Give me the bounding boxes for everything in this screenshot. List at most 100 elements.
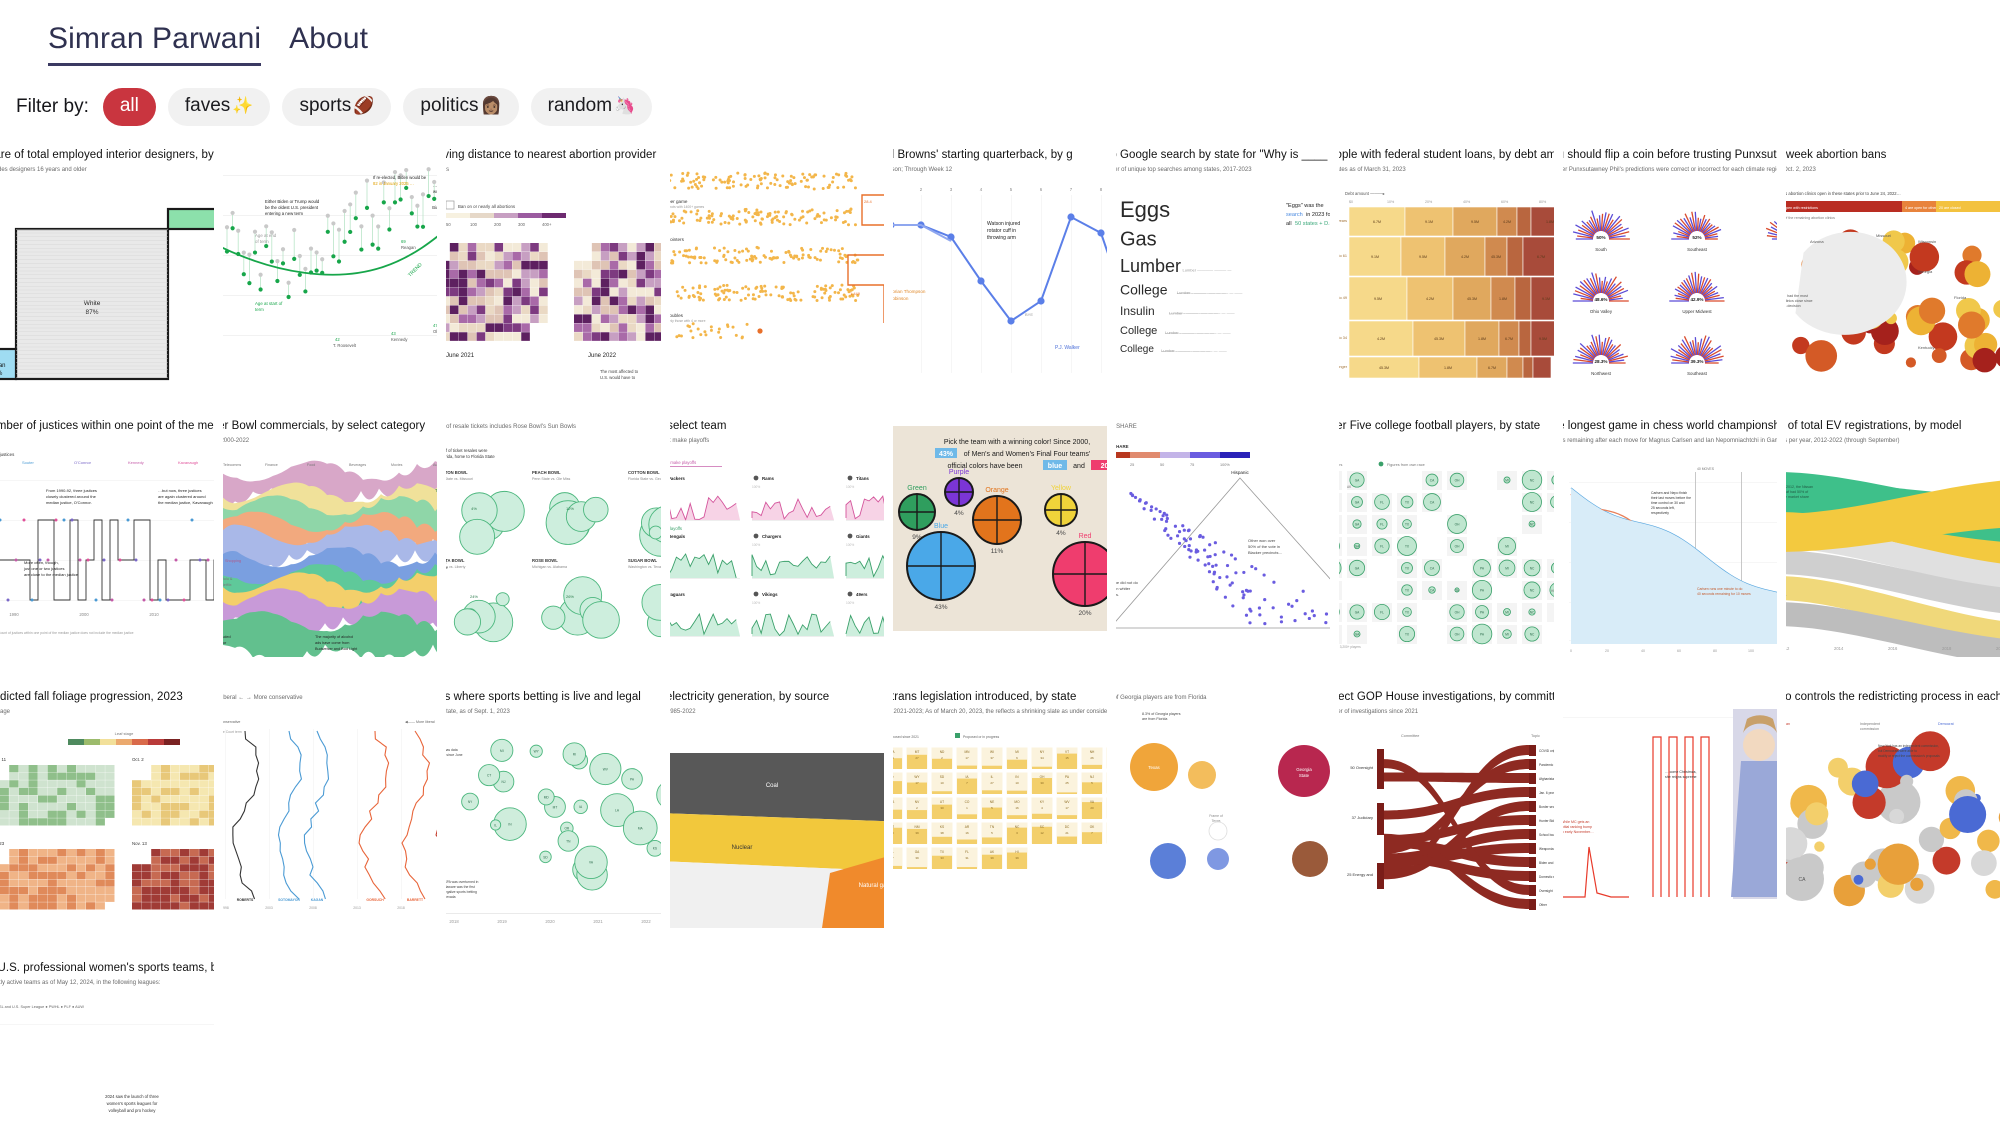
svg-text:Obama: Obama [433,329,437,334]
svg-text:IL: IL [495,823,498,827]
svg-text:Topic: Topic [1531,734,1540,738]
gallery-tile-vote-share-ternary[interactable]: VOTE SHAREVOTE SHARE0255075100%HispanicW… [1116,413,1330,675]
tile-title: Who controls the redistricting process i… [1786,690,2000,704]
filter-pill-all[interactable]: all [103,88,156,126]
gallery-tile-sports-betting-states[interactable]: ates where sports betting is live and le… [446,684,660,946]
gallery-tile-abortion-driving-distance[interactable]: Driving distance to nearest abortion pro… [446,142,660,404]
tile-title: six-week abortion bans [1786,148,2000,162]
filter-pill-politics[interactable]: politics 👩🏽 [403,88,518,126]
gallery-tile-bowl-game-ticket-resales[interactable]: Share of resale tickets includes Rose Bo… [446,413,660,675]
svg-text:CA: CA [1798,877,1806,883]
svg-text:9.1M: 9.1M [1371,255,1379,259]
gallery-tile-justices-martin-quinn[interactable]: Number of justices within one point of t… [0,413,214,675]
filter-pill-emoji: 🦄 [614,96,635,116]
svg-text:39.3%: 39.3% [1690,359,1703,364]
nav-link-home[interactable]: Simran Parwani [48,22,261,66]
svg-text:Oct. 23: Oct. 23 [0,841,5,846]
svg-text:Upper Midwest: Upper Midwest [1682,309,1712,314]
gallery-tile-anti-trans-legislation[interactable]: nti-trans legislation introduced, by sta… [893,684,1107,946]
svg-text:9.1M: 9.1M [1542,297,1550,301]
gallery-tile-us-electricity[interactable]: S. electricity generation, by source uall… [670,684,884,946]
gallery-tile-gop-house-investigations[interactable]: Select GOP House investigations, by comm… [1339,684,1553,946]
svg-text:35 to 49: 35 to 49 [1339,296,1347,300]
svg-text:Penn State vs. Ole Miss: Penn State vs. Ole Miss [532,477,571,481]
svg-text:10: 10 [1015,781,1019,785]
svg-text:of term: of term [255,239,269,244]
tile-subtitle: nually, 2021-2023; As of March 20, 2023,… [893,708,1107,716]
gallery-tile-google-search-expensive[interactable]: Top Google search by state for "Why is _… [1116,142,1330,404]
svg-text:27: 27 [915,756,919,760]
svg-text:Wisconsin: Wisconsin [1918,239,1936,244]
svg-text:4.2M: 4.2M [1503,220,1511,224]
tile-visualization: 2023Eggs2022Gas2021LumberLumber ———— ———… [1116,181,1330,386]
svg-text:College: College [1120,282,1168,298]
filter-pill-random[interactable]: random 🦄 [531,88,653,126]
svg-text:Kennedy: Kennedy [391,337,408,342]
svg-text:Kennedy: Kennedy [128,460,144,465]
svg-text:NJ: NJ [502,780,506,784]
tile-inner: and Browns' starting quarterback, by gar… [893,142,1107,404]
svg-text:Washington vs. Texas: Washington vs. Texas [628,565,660,569]
svg-text:6.7M: 6.7M [1505,337,1513,341]
gallery-tile-fall-foliage[interactable]: Predicted fall foliage progression, 2023… [0,684,214,946]
nav-link-about[interactable]: About [289,22,368,63]
filter-pill-faves[interactable]: faves ✨ [168,88,271,126]
svg-text:42.9%: 42.9% [1690,297,1703,302]
gallery-tile-georgia-players[interactable]: 8.3% of Georgia players are from Florida… [1116,684,1330,946]
svg-text:60: 60 [1677,649,1681,653]
svg-text:82 in January 2025 …: 82 in January 2025 … [373,181,414,186]
tile-inner: share of total employed interior designe… [0,142,214,404]
svg-text:Green: Green [907,485,927,492]
tile-subtitle: 96-'98 [1339,437,1553,445]
gallery-tile-power-five-football[interactable]: ower Five college football players, by s… [1339,413,1553,675]
gallery-tile-browns-quarterback[interactable]: and Browns' starting quarterback, by g ar… [893,142,1107,404]
svg-text:Asian: Asian [0,363,6,369]
gallery-tile-redistricting-control[interactable]: Who controls the redistricting process i… [1786,684,2000,946]
svg-text:WY: WY [914,775,920,779]
gallery-tile-ev-registrations[interactable]: are of total EV registrations, by model m… [1786,413,2000,675]
gallery-tile-punxsutawney-phil[interactable]: You should flip a coin before trusting P… [1563,142,1777,404]
tile-inner: ates where sports betting is live and le… [446,684,660,946]
svg-text:…and Trump: …and Trump [433,183,437,188]
gallery-tile-supreme-court-ideology[interactable]: More liberal ← → More conservative ◀—— Mo… [223,684,437,946]
svg-text:MD: MD [544,795,550,799]
gallery-tile-federal-student-loans[interactable]: People with federal student loans, by de… [1339,142,1553,404]
svg-text:2014: 2014 [1834,646,1844,651]
tile-visualization: Ban on or nearly all abortions In miles 50… [446,181,660,386]
svg-text:300: 300 [518,222,526,227]
svg-text:40: 40 [1641,649,1645,653]
gallery-tile-president-ages[interactable]: 85 years75655545Either Biden or Trump wo… [223,142,437,404]
svg-text:ROBERTS: ROBERTS [237,898,254,902]
svg-text:just one or two justices: just one or two justices [23,566,64,571]
svg-text:NC: NC [1530,567,1535,571]
gallery-tile-mariah-carey-christmas[interactable]: 10While MC gets aninitial ranking bumpin… [1563,684,1777,946]
svg-text:From 1990-92, three justices: From 1990-92, three justices [46,488,97,493]
gallery-tile-six-week-abortion-bans[interactable]: six-week abortion bans As of Oct. 2, 2023… [1786,142,2000,404]
gallery-tile-interior-designers[interactable]: share of total employed interior designe… [0,142,214,404]
svg-text:2000: 2000 [79,612,89,617]
gallery-tile-womens-sports-teams[interactable]: ve U.S. professional women's sports team… [0,955,214,1148]
gallery-tile-super-bowl-commercials[interactable]: uper Bowl commercials, by select categor… [223,413,437,675]
tile-title: share of total employed interior designe… [0,148,214,162]
gallery-tile-chess-longest-game[interactable]: The longest game in chess world champion… [1563,413,1777,675]
svg-text:Netflix: Netflix [223,583,232,587]
gallery-tile-final-four-colors[interactable]: Pick the team with a winning color! Sinc… [893,413,1107,675]
svg-text:Committee: Committee [1401,734,1419,738]
svg-text:8: 8 [1100,187,1103,192]
svg-text:43: 43 [391,331,396,336]
svg-text:25: 25 [1130,463,1134,467]
gallery-tile-caitlin-clark-stats[interactable]: PointsPoints per gameIncludes shots with… [670,142,884,404]
svg-text:June 2021: June 2021 [446,353,475,359]
svg-text:Florida: Florida [1954,295,1967,300]
svg-text:Figures from own race: Figures from own race [1387,463,1425,467]
svg-text:2010: 2010 [149,612,159,617]
svg-text:Bengals: Bengals [670,534,686,539]
svg-text:Missouri: Missouri [1876,233,1891,238]
tile-inner: More liberal ← → More conservative◀—— Mo… [223,684,437,946]
svg-text:50: 50 [446,222,451,227]
svg-text:as well in whiter: as well in whiter [1116,586,1131,591]
svg-text:39: 39 [990,856,994,860]
svg-text:NC: NC [1530,479,1535,483]
gallery-tile-nfl-select-team[interactable]: by select team Did not make playoffs Did n… [670,413,884,675]
filter-pill-sports[interactable]: sports 🏈 [282,88,391,126]
